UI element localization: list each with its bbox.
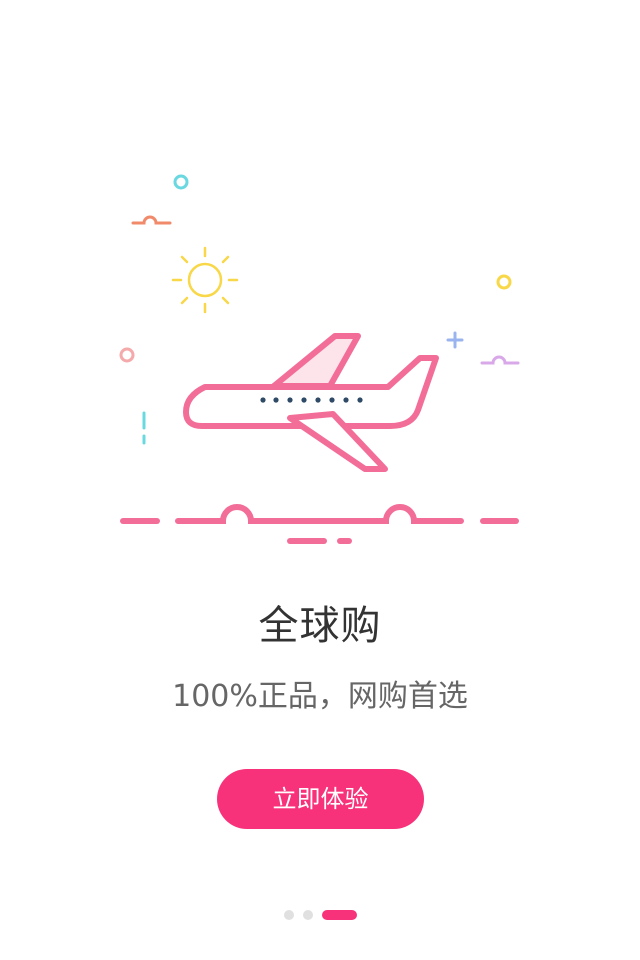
try-now-button[interactable]: 立即体验 — [217, 769, 424, 829]
onboarding-illustration — [119, 174, 520, 544]
page-dot[interactable] — [302, 910, 313, 920]
teal-circle-icon — [173, 174, 189, 190]
page-subtitle: 100%正品，网购首选 — [172, 679, 468, 714]
onboarding-screen: 全球购 100%正品，网购首选 立即体验 — [0, 0, 640, 960]
sparkle-icon — [446, 331, 464, 349]
page-indicator — [0, 909, 640, 921]
orange-cloud-icon — [131, 215, 172, 225]
pink-circle-icon — [119, 347, 135, 363]
purple-cloud-icon — [480, 355, 520, 365]
page-dot[interactable] — [283, 910, 294, 920]
page-dot-active[interactable] — [321, 910, 357, 920]
page-title: 全球购 — [258, 603, 382, 649]
ground-line — [120, 504, 519, 544]
yellow-circle-icon — [496, 274, 512, 290]
sun-icon — [171, 246, 239, 314]
airplane-icon — [183, 333, 439, 472]
